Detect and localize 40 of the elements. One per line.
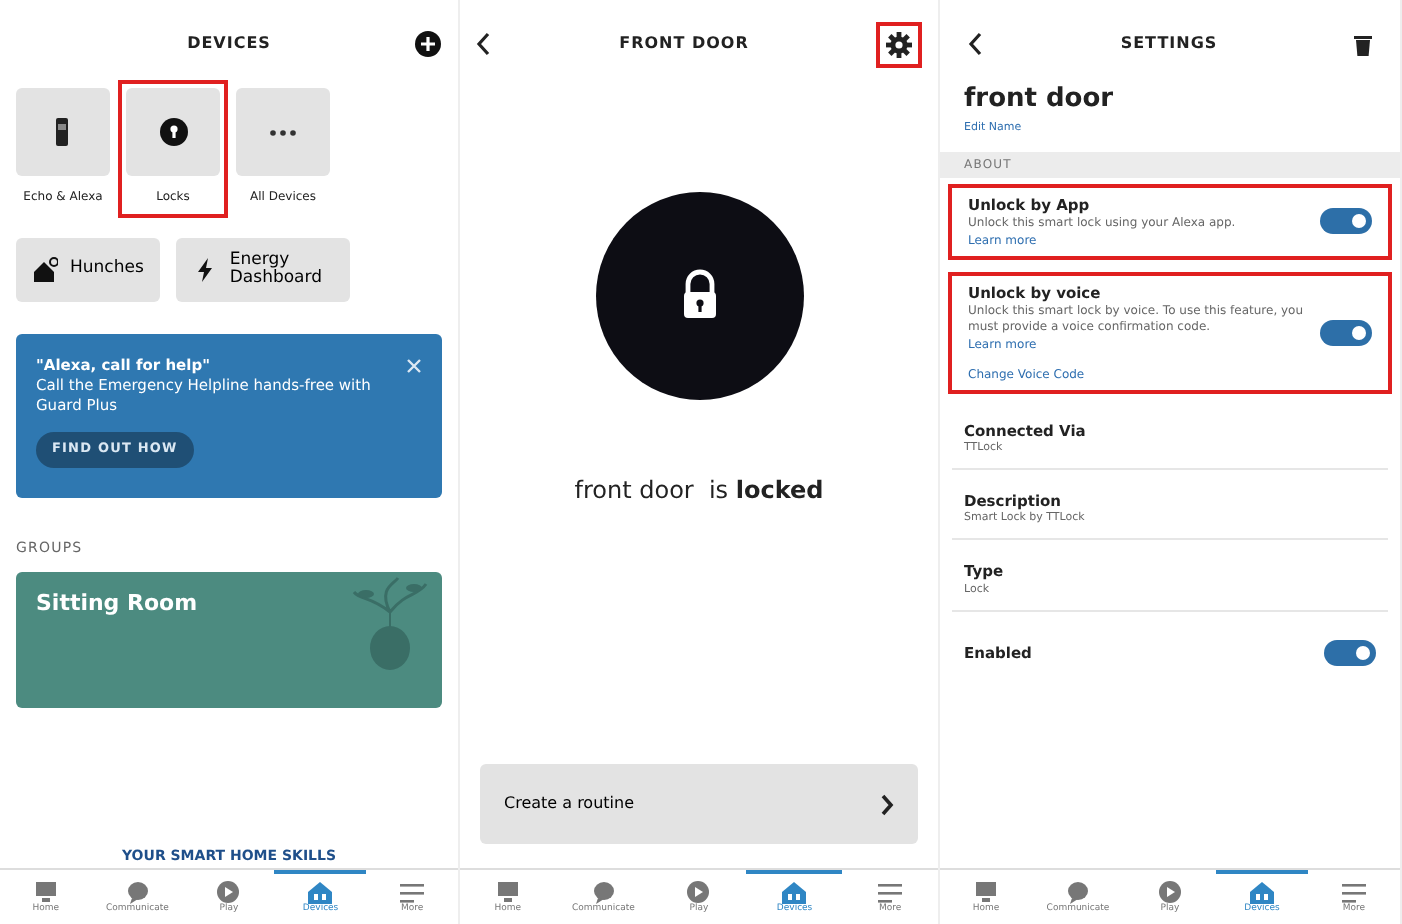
house-icon: [306, 880, 335, 905]
lock-button[interactable]: [595, 192, 803, 400]
chevron-right-icon: [880, 793, 894, 815]
create-routine-button[interactable]: Create a routine: [480, 764, 918, 844]
speech-bubble-icon: [1064, 880, 1092, 905]
shortcut-button[interactable]: Hunches: [16, 238, 160, 302]
menu-icon: [398, 880, 427, 905]
lock-icon: [157, 116, 189, 148]
tv-icon: [493, 880, 522, 905]
toggle-switch[interactable]: [1320, 319, 1372, 346]
speech-bubble-icon: [123, 880, 152, 905]
toggle-switch[interactable]: [1324, 639, 1376, 666]
trash-icon[interactable]: [1353, 33, 1372, 55]
add-icon[interactable]: [414, 30, 442, 58]
play-icon: [684, 880, 713, 905]
house-icon: [32, 256, 58, 284]
tv-icon: [972, 880, 1000, 905]
menu-icon: [876, 880, 905, 905]
menu-icon: [1340, 880, 1368, 905]
group-name: Sitting Room: [36, 589, 198, 615]
lock-status: front door is locked: [574, 474, 824, 508]
back-icon[interactable]: [476, 32, 492, 56]
screen-title: DEVICES: [187, 32, 271, 56]
tv-icon: [31, 880, 60, 905]
screen-title: SETTINGS: [1120, 32, 1218, 56]
close-icon[interactable]: [406, 358, 422, 374]
more-icon: [270, 129, 296, 135]
device-name: front door: [964, 82, 1114, 118]
plant-vase-drawing: [350, 575, 430, 675]
play-icon: [1156, 880, 1184, 905]
shortcut-button[interactable]: Energy Dashboard: [175, 238, 350, 302]
house-icon: [1248, 880, 1276, 905]
speech-bubble-icon: [589, 880, 618, 905]
settings-icon[interactable]: [885, 31, 912, 57]
screen-title: FRONT DOOR: [619, 32, 749, 56]
group-card[interactable]: Sitting Room: [16, 571, 442, 707]
house-icon: [780, 880, 809, 905]
back-icon[interactable]: [968, 32, 984, 56]
play-icon: [214, 880, 243, 905]
toggle-switch[interactable]: [1320, 208, 1372, 235]
